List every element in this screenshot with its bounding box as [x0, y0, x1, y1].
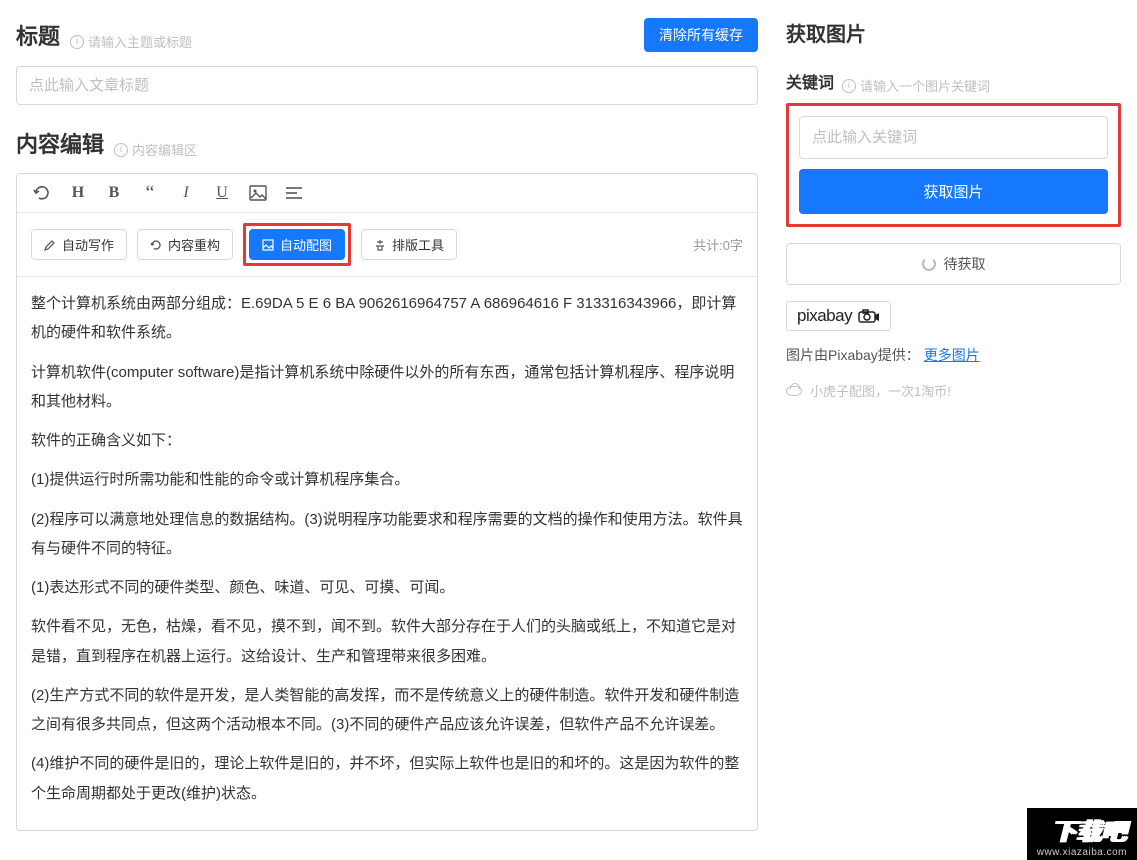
keyword-input[interactable]: [799, 116, 1108, 159]
content-header: 内容编辑 i 内容编辑区: [16, 127, 758, 159]
content-paragraph: 计算机软件(computer software)是指计算机系统中除硬件以外的所有…: [31, 358, 743, 417]
underline-icon[interactable]: U: [211, 182, 233, 204]
auto-image-button[interactable]: 自动配图: [249, 229, 345, 260]
keyword-label: 关键词: [786, 69, 834, 93]
auto-write-button[interactable]: 自动写作: [31, 229, 127, 260]
content-paragraph: 软件的正确含义如下：: [31, 426, 743, 455]
word-count: 共计:0字: [693, 235, 743, 254]
info-icon: i: [70, 35, 84, 49]
more-images-link[interactable]: 更多图片: [924, 347, 980, 363]
tool-icon: [374, 239, 386, 251]
bold-icon[interactable]: B: [103, 182, 125, 204]
content-label: 内容编辑: [16, 127, 104, 159]
title-label: 标题: [16, 19, 60, 51]
undo-icon[interactable]: [31, 182, 53, 204]
content-paragraph: (1)提供运行时所需功能和性能的命令或计算机程序集合。: [31, 465, 743, 494]
keyword-hint: i 请输入一个图片关键词: [842, 76, 990, 95]
content-paragraph: (1)表达形式不同的硬件类型、颜色、味道、可见、可摸、可闻。: [31, 573, 743, 602]
fetch-image-button[interactable]: 获取图片: [799, 169, 1108, 214]
credit-row: 图片由Pixabay提供： 更多图片: [786, 345, 1121, 365]
clear-cache-button[interactable]: 清除所有缓存: [644, 18, 758, 52]
restructure-button[interactable]: 内容重构: [137, 229, 233, 260]
highlight-fetch-box: 获取图片: [786, 103, 1121, 227]
title-header: 标题 i 请输入主题或标题 清除所有缓存: [16, 18, 758, 52]
highlight-auto-image: 自动配图: [243, 223, 351, 266]
refresh-icon: [150, 239, 162, 251]
italic-icon[interactable]: I: [175, 182, 197, 204]
action-row: 自动写作 内容重构 自动配图 排版工具: [17, 213, 757, 277]
content-hint: i 内容编辑区: [114, 140, 197, 159]
pending-status: 待获取: [786, 243, 1121, 285]
pixabay-badge: pixabay: [786, 301, 891, 331]
content-paragraph: 整个计算机系统由两部分组成：E.69DA 5 E 6 BA 9062616964…: [31, 289, 743, 348]
pencil-icon: [44, 239, 56, 251]
title-hint: i 请输入主题或标题: [70, 32, 192, 51]
quote-icon[interactable]: “: [139, 182, 161, 204]
watermark: 下载吧 www.xiazaiba.com: [1027, 808, 1137, 860]
tip-row: 小虎子配图，一次1淘币!: [786, 381, 1121, 400]
align-icon[interactable]: [283, 182, 305, 204]
coin-icon: [786, 386, 802, 396]
content-paragraph: (2)程序可以满意地处理信息的数据结构。(3)说明程序功能要求和程序需要的文档的…: [31, 505, 743, 564]
heading-icon[interactable]: H: [67, 182, 89, 204]
image-icon[interactable]: [247, 182, 269, 204]
editor: H B “ I U 自动写作: [16, 173, 758, 831]
content-paragraph: (2)生产方式不同的软件是开发，是人类智能的高发挥，而不是传统意义上的硬件制造。…: [31, 681, 743, 740]
spinner-icon: [922, 257, 936, 271]
sidebar-title: 获取图片: [786, 18, 1121, 47]
content-paragraph: 软件看不见，无色，枯燥，看不见，摸不到，闻不到。软件大部分存在于人们的头脑或纸上…: [31, 612, 743, 671]
info-icon: i: [114, 143, 128, 157]
layout-tool-button[interactable]: 排版工具: [361, 229, 457, 260]
picture-icon: [262, 239, 274, 251]
content-paragraph: (4)维护不同的硬件是旧的，理论上软件是旧的，并不坏，但实际上软件也是旧的和坏的…: [31, 749, 743, 808]
keyword-header: 关键词 i 请输入一个图片关键词: [786, 69, 1121, 95]
info-icon: i: [842, 79, 856, 93]
content-body[interactable]: 整个计算机系统由两部分组成：E.69DA 5 E 6 BA 9062616964…: [17, 277, 757, 830]
toolbar: H B “ I U: [17, 174, 757, 213]
title-input[interactable]: [16, 66, 758, 105]
camera-icon: [858, 309, 880, 323]
